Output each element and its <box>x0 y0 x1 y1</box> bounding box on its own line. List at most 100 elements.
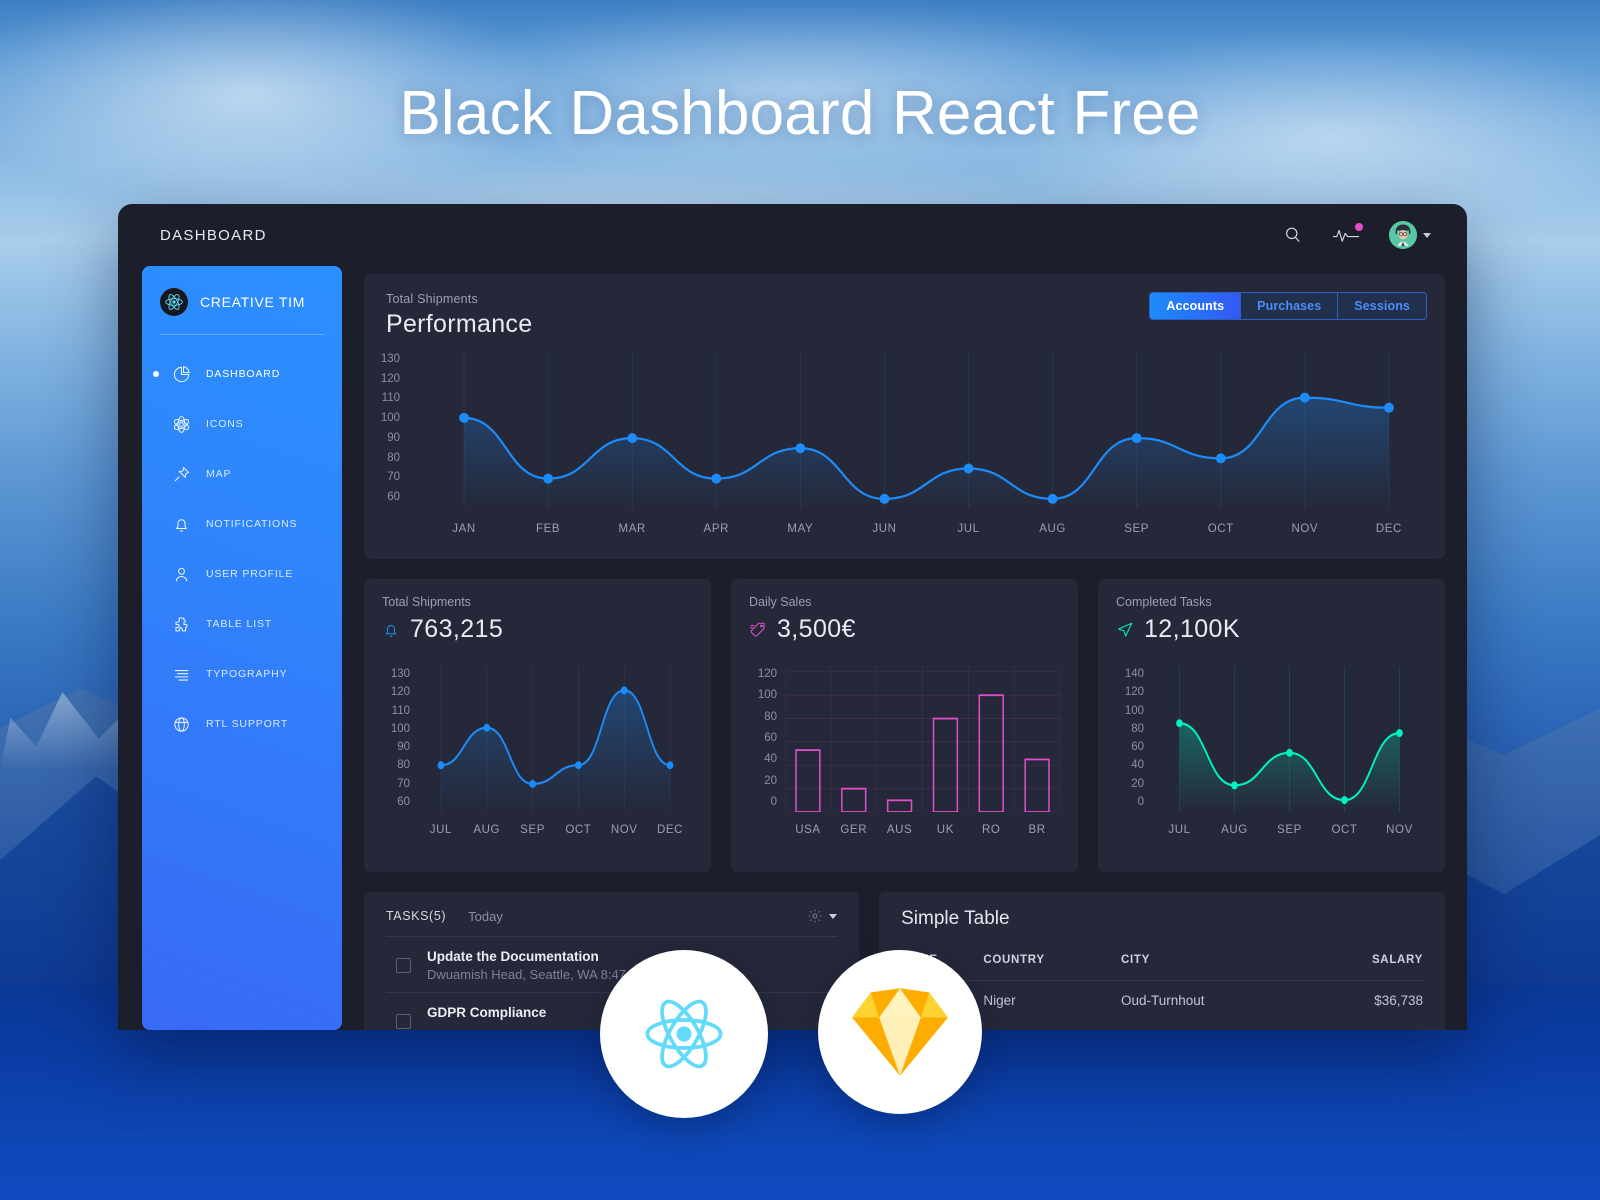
stat-value: 3,500€ <box>777 615 856 643</box>
performance-x-axis: JAN FEB MAR APR MAY JUN JUL AUG SEP OCT NOV DEC <box>422 523 1431 535</box>
sidebar-item-map[interactable]: MAP <box>142 449 342 499</box>
total-shipments-plot <box>418 666 693 812</box>
y-tick-label: 130 <box>380 353 400 365</box>
x-tick-label: OCT <box>1207 523 1234 535</box>
y-tick-label: 0 <box>770 795 777 808</box>
search-icon[interactable] <box>1283 225 1303 245</box>
total-shipments-x-axis: JUL AUG SEP OCT NOV DEC <box>418 824 693 836</box>
task-row[interactable]: Update the Documentation Dwuamish Head, … <box>386 936 838 992</box>
task-subtitle: Dwuamish Head, Seattle, WA 8:47 AM <box>427 967 649 982</box>
dashboard-window: DASHBOARD CREATIVE TIM DASHBOARD ICONS M… <box>118 204 1467 1030</box>
sidebar-item-dashboard[interactable]: DASHBOARD <box>142 349 342 399</box>
total-shipments-chart: 130 120 110 100 90 80 70 60 JUL AUG SEP OCT NOV DEC <box>382 666 693 862</box>
y-tick-label: 80 <box>387 451 400 464</box>
sidebar-item-typography[interactable]: TYPOGRAPHY <box>142 649 342 699</box>
data-point <box>1131 433 1142 444</box>
area-fill <box>464 397 1389 509</box>
bar <box>886 799 913 813</box>
data-point <box>483 723 491 732</box>
sidebar-item-label: TYPOGRAPHY <box>206 668 288 680</box>
stat-card-row: Total Shipments 763,215 130 120 110 100 90 80… <box>364 579 1445 872</box>
y-tick-label: 120 <box>390 686 410 699</box>
x-tick-label: OCT <box>1331 824 1358 836</box>
data-point <box>795 443 806 454</box>
sidebar-item-table-list[interactable]: TABLE LIST <box>142 599 342 649</box>
data-point <box>1396 729 1403 738</box>
bar <box>1024 758 1050 813</box>
task-checkbox[interactable] <box>396 958 411 973</box>
daily-sales-chart: 120 100 80 60 40 20 0 USA GER AUS UK RO BR <box>749 666 1061 862</box>
x-tick-label: BR <box>1028 824 1046 836</box>
completed-tasks-x-axis: JUL AUG SEP OCT NOV <box>1152 824 1427 836</box>
simple-table-title: Simple Table <box>901 908 1010 929</box>
y-tick-label: 100 <box>757 689 777 702</box>
globe-icon <box>170 713 192 735</box>
react-logo-icon <box>160 288 188 316</box>
y-tick-label: 110 <box>381 392 400 405</box>
table-header-row: NAME COUNTRY CITY SALARY <box>901 954 1423 981</box>
stat-value: 763,215 <box>410 615 504 643</box>
y-tick-label: 130 <box>390 668 410 680</box>
pulse-icon[interactable] <box>1333 223 1363 244</box>
tab-accounts[interactable]: Accounts <box>1150 293 1242 319</box>
sidebar-item-notifications[interactable]: NOTIFICATIONS <box>142 499 342 549</box>
daily-sales-y-axis: 120 100 80 60 40 20 0 <box>751 668 777 808</box>
y-tick-label: 20 <box>764 774 777 787</box>
x-tick-label: AUG <box>1039 523 1066 535</box>
data-point <box>529 779 536 788</box>
top-navbar: DASHBOARD <box>118 204 1467 266</box>
active-bullet <box>153 371 159 377</box>
brand[interactable]: CREATIVE TIM <box>142 282 342 316</box>
tab-sessions[interactable]: Sessions <box>1338 293 1426 319</box>
performance-chart: 130 120 110 100 90 80 70 60 JAN FEB MAR APR MAY JUN J… <box>364 345 1445 559</box>
total-shipments-card: Total Shipments 763,215 130 120 110 100 90 80… <box>364 579 711 872</box>
sidebar-item-rtl-support[interactable]: RTL SUPPORT <box>142 699 342 749</box>
x-tick-label: FEB <box>536 523 561 535</box>
user-avatar[interactable] <box>1389 221 1431 249</box>
performance-plot <box>422 351 1431 509</box>
completed-tasks-y-axis: 140 120 100 80 60 40 20 0 <box>1118 668 1144 808</box>
x-tick-label: GER <box>840 824 868 836</box>
sidebar-item-label: MAP <box>206 468 232 480</box>
daily-sales-x-axis: USA GER AUS UK RO BR <box>785 824 1060 836</box>
x-tick-label: AUG <box>473 824 501 836</box>
notification-dot <box>1355 223 1363 231</box>
tasks-settings-button[interactable] <box>807 908 838 924</box>
sidebar-item-icons[interactable]: ICONS <box>142 399 342 449</box>
x-tick-label: AUS <box>886 824 913 836</box>
y-tick-label: 60 <box>764 731 777 744</box>
main-content: Total Shipments Performance Accounts Pur… <box>342 266 1445 1030</box>
y-tick-label: 80 <box>397 759 410 772</box>
x-tick-label: NOV <box>1386 824 1413 836</box>
x-tick-label: RO <box>982 824 1001 836</box>
sidebar-item-label: NOTIFICATIONS <box>206 518 298 530</box>
daily-sales-plot <box>784 666 1061 813</box>
task-checkbox[interactable] <box>396 1014 411 1029</box>
y-tick-label: 120 <box>757 668 777 680</box>
data-point <box>1215 453 1226 464</box>
x-tick-label: SEP <box>1277 824 1302 836</box>
x-tick-label: DEC <box>657 824 684 836</box>
x-tick-label: USA <box>795 824 821 836</box>
y-tick-label: 140 <box>1124 668 1144 680</box>
daily-sales-card: Daily Sales 3,500€ 120 100 80 60 40 20 0 <box>731 579 1078 872</box>
chevron-down-icon <box>1423 232 1431 238</box>
x-tick-label: MAY <box>787 523 814 535</box>
data-point <box>1384 402 1394 413</box>
y-tick-label: 60 <box>387 490 400 503</box>
text-lines-icon <box>170 663 192 685</box>
sidebar-nav: DASHBOARD ICONS MAP NOTIFICATIONS USER P… <box>142 335 342 749</box>
y-tick-label: 90 <box>387 431 400 444</box>
sidebar-item-user-profile[interactable]: USER PROFILE <box>142 549 342 599</box>
data-point <box>963 463 974 474</box>
bar <box>841 787 867 813</box>
avatar-image <box>1389 221 1417 249</box>
area-fill <box>440 690 671 812</box>
brand-label: CREATIVE TIM <box>200 294 306 310</box>
y-tick-label: 0 <box>1137 795 1144 808</box>
cell-city: Oud-Turnhout <box>1121 980 1309 1016</box>
x-tick-label: JAN <box>452 523 476 535</box>
data-point <box>666 761 674 770</box>
tab-purchases[interactable]: Purchases <box>1241 293 1339 319</box>
tasks-title: TASKS(5) <box>386 909 447 923</box>
